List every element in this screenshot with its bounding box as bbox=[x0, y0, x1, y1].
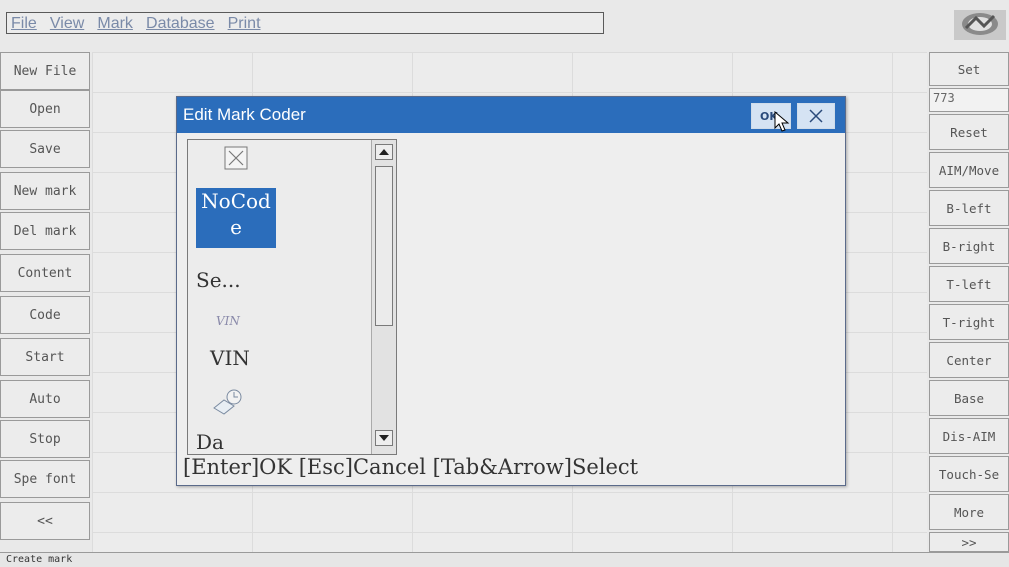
prev-page-button[interactable]: << bbox=[0, 502, 90, 540]
reset-button[interactable]: Reset bbox=[929, 114, 1009, 150]
list-item-vin[interactable]: VIN bbox=[210, 346, 250, 370]
center-button[interactable]: Center bbox=[929, 342, 1009, 378]
new-mark-button[interactable]: New mark bbox=[0, 172, 90, 210]
vin-icon: VIN bbox=[216, 314, 240, 328]
list-item-nocode-line2: e bbox=[230, 215, 242, 239]
open-button[interactable]: Open bbox=[0, 90, 90, 128]
save-button[interactable]: Save bbox=[0, 130, 90, 168]
touch-set-button[interactable]: Touch-Se bbox=[929, 456, 1009, 492]
dialog-title: Edit Mark Coder bbox=[183, 105, 306, 124]
base-button[interactable]: Base bbox=[929, 380, 1009, 416]
menu-print[interactable]: Print bbox=[224, 14, 265, 34]
stop-button[interactable]: Stop bbox=[0, 420, 90, 458]
keyboard-hint: [Enter]OK [Esc]Cancel [Tab&Arrow]Select bbox=[183, 455, 639, 479]
status-text: Create mark bbox=[6, 554, 73, 565]
content-button[interactable]: Content bbox=[0, 254, 90, 292]
scroll-up-button[interactable] bbox=[375, 144, 393, 160]
code-button[interactable]: Code bbox=[0, 296, 90, 334]
close-button[interactable] bbox=[797, 103, 835, 129]
list-item-date[interactable]: Da bbox=[196, 430, 224, 454]
scroll-thumb[interactable] bbox=[375, 166, 393, 326]
dis-aim-button[interactable]: Dis-AIM bbox=[929, 418, 1009, 454]
menu-database[interactable]: Database bbox=[142, 14, 219, 34]
app-logo-icon bbox=[954, 10, 1006, 40]
spe-font-button[interactable]: Spe font bbox=[0, 460, 90, 498]
list-item-nocode[interactable]: NoCod e bbox=[196, 188, 276, 248]
auto-button[interactable]: Auto bbox=[0, 380, 90, 418]
menu-file[interactable]: File bbox=[7, 14, 41, 34]
b-left-button[interactable]: B-left bbox=[929, 190, 1009, 226]
date-clock-icon bbox=[213, 389, 242, 415]
arrow-down-icon bbox=[379, 435, 389, 441]
close-icon bbox=[809, 109, 823, 123]
set-button[interactable]: Set bbox=[929, 52, 1009, 86]
del-mark-button[interactable]: Del mark bbox=[0, 212, 90, 250]
more-button[interactable]: More bbox=[929, 494, 1009, 530]
menu-mark[interactable]: Mark bbox=[93, 14, 137, 34]
t-left-button[interactable]: T-left bbox=[929, 266, 1009, 302]
b-right-button[interactable]: B-right bbox=[929, 228, 1009, 264]
arrow-up-icon bbox=[379, 149, 389, 155]
start-button[interactable]: Start bbox=[0, 338, 90, 376]
status-bar: Create mark bbox=[0, 552, 1009, 567]
next-page-button[interactable]: >> bbox=[929, 532, 1009, 552]
no-code-icon bbox=[224, 146, 248, 170]
scroll-down-button[interactable] bbox=[375, 430, 393, 446]
new-file-button[interactable]: New File bbox=[0, 52, 90, 90]
svg-text:VIN: VIN bbox=[216, 314, 240, 328]
dialog-titlebar: Edit Mark Coder OK bbox=[177, 97, 845, 133]
mouse-pointer-icon bbox=[774, 111, 790, 132]
menu-bar: File View Mark Database Print bbox=[6, 12, 604, 34]
edit-mark-coder-dialog: Edit Mark Coder OK NoCod e Se... VIN VIN bbox=[176, 96, 846, 486]
list-item-serial[interactable]: Se... bbox=[196, 268, 241, 292]
value-display: 773 bbox=[929, 88, 1009, 112]
t-right-button[interactable]: T-right bbox=[929, 304, 1009, 340]
list-scrollbar[interactable] bbox=[371, 140, 396, 454]
coder-list[interactable]: NoCod e Se... VIN VIN Da bbox=[187, 139, 397, 455]
menu-view[interactable]: View bbox=[46, 14, 88, 34]
aim-move-button[interactable]: AIM/Move bbox=[929, 152, 1009, 188]
list-item-nocode-line1: NoCod bbox=[201, 189, 271, 213]
